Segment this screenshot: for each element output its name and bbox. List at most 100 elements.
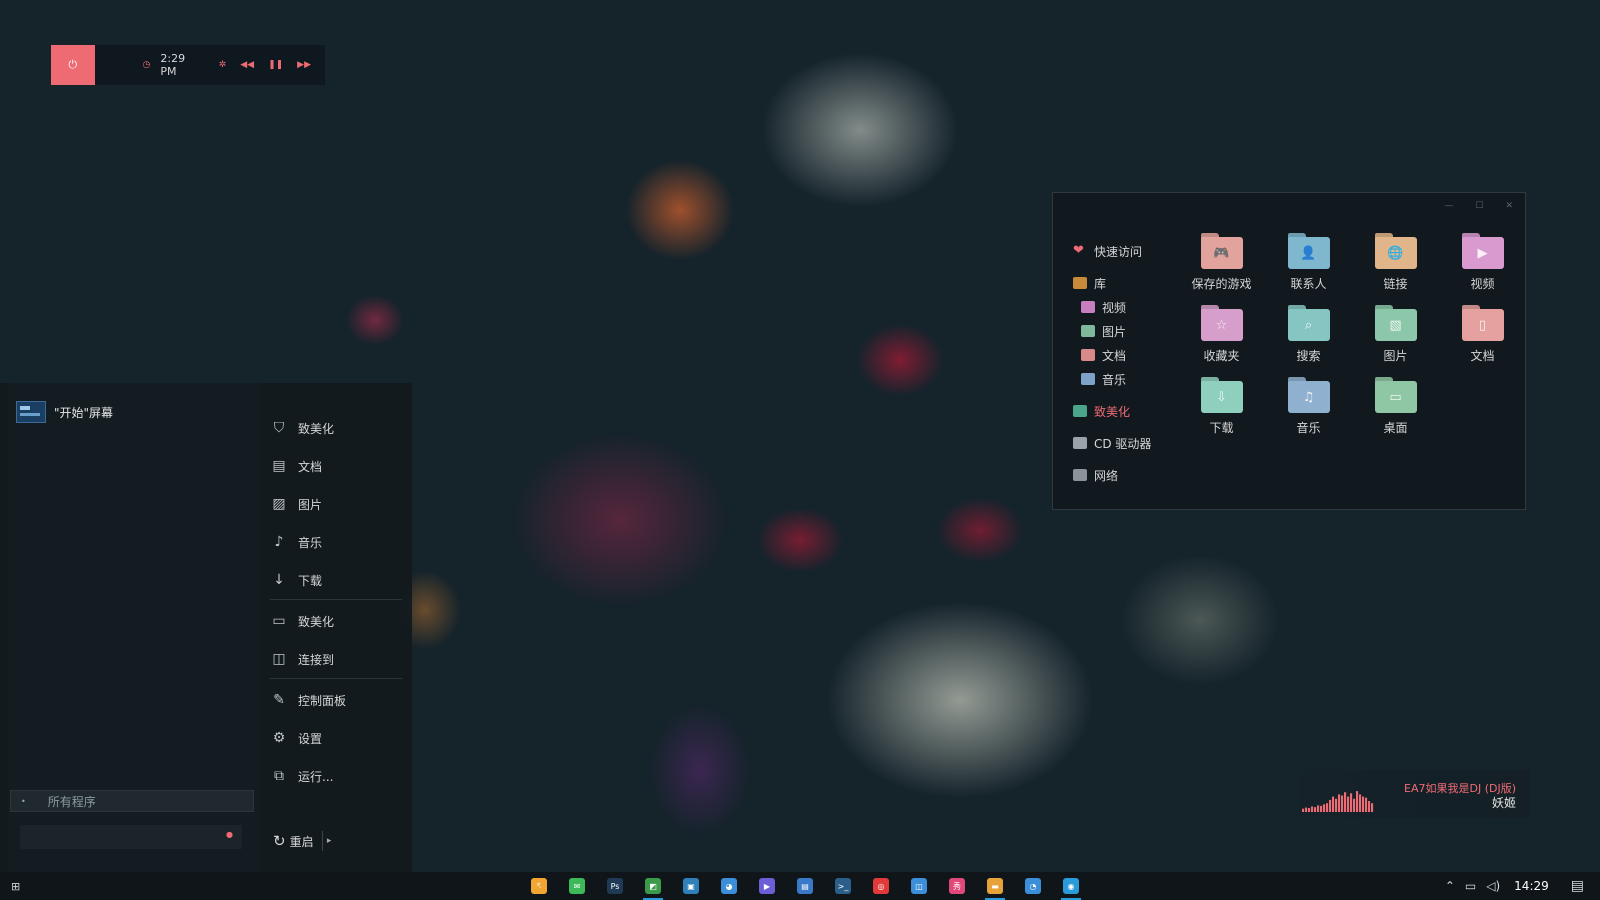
taskbar-app[interactable]: ◎: [862, 874, 900, 898]
navigation-pane: ❤ 快速访问 库 视频 图片 文档 音乐 致美化 CD 驱动器 网络: [1073, 239, 1183, 487]
nav-quick-access[interactable]: ❤ 快速访问: [1073, 239, 1183, 263]
folder-label: 桌面: [1383, 421, 1408, 435]
start-menu: "开始"屏幕 • 所有程序 ● ⛉ 致美化 ▤ 文档 ▨ 图片 ♪ 音乐 ↓ 下…: [0, 383, 412, 872]
visualizer-bar: [1362, 796, 1365, 812]
folder-tile[interactable]: 🎮 保存的游戏: [1178, 231, 1265, 299]
folder-tile[interactable]: ⇩ 下载: [1178, 375, 1265, 443]
nav-this-pc[interactable]: 致美化: [1073, 399, 1183, 423]
pause-button[interactable]: ❚❚: [268, 60, 283, 70]
taskbar-app[interactable]: ✉: [558, 874, 596, 898]
taskbar-app[interactable]: ▣: [672, 874, 710, 898]
settings-icon[interactable]: ✲: [219, 60, 227, 70]
folder-tile[interactable]: ▶ 视频: [1439, 231, 1526, 299]
menu-item-pictures[interactable]: ▨ 图片: [270, 485, 402, 523]
folder-label: 保存的游戏: [1191, 277, 1252, 291]
visualizer-bar: [1308, 808, 1311, 812]
visualizer-bar: [1335, 798, 1338, 812]
terminal-icon: >_: [835, 878, 851, 894]
taskbar-app[interactable]: ▬: [976, 874, 1014, 900]
nav-cd-drive[interactable]: CD 驱动器: [1073, 431, 1183, 455]
visualizer-bar: [1320, 805, 1323, 812]
taskbar-app[interactable]: ◉: [1052, 874, 1090, 900]
netease-music-icon: ◎: [873, 878, 889, 894]
visualizer-bar: [1356, 791, 1359, 812]
menu-item-connect[interactable]: ◫ 连接到: [270, 640, 402, 678]
taskbar-app[interactable]: ◕: [710, 874, 748, 898]
taskbar-app[interactable]: 秀: [938, 874, 976, 898]
download-icon: ⇩: [1216, 389, 1227, 405]
restart-button[interactable]: ↻ 重启: [265, 829, 322, 853]
folder-icon: ▶: [1461, 233, 1504, 269]
chevron-up-icon[interactable]: ⌃: [1445, 879, 1455, 893]
audio-visualizer: [1302, 791, 1374, 812]
taskbar-clock[interactable]: 14:29: [1514, 879, 1549, 893]
volume-icon[interactable]: ◁): [1486, 879, 1500, 893]
folder-tile[interactable]: 🌐 链接: [1352, 231, 1439, 299]
menu-item-downloads[interactable]: ↓ 下载: [270, 561, 402, 599]
power-options-button[interactable]: ▸: [321, 831, 336, 851]
nav-music[interactable]: 音乐: [1073, 367, 1183, 391]
visualizer-bar: [1311, 806, 1314, 812]
folder-tile[interactable]: ⌕ 搜索: [1265, 303, 1352, 371]
nav-library[interactable]: 库: [1073, 271, 1183, 295]
folder-tile[interactable]: ☆ 收藏夹: [1178, 303, 1265, 371]
menu-item-documents[interactable]: ▤ 文档: [270, 447, 402, 485]
search-icon: ⌕: [1304, 317, 1313, 333]
menu-item-computer[interactable]: ▭ 致美化: [270, 602, 402, 640]
menu-item-beautify[interactable]: ⛉ 致美化: [270, 409, 402, 447]
visualizer-bar: [1338, 794, 1341, 812]
all-programs-button[interactable]: • 所有程序: [10, 790, 254, 812]
network-icon: [1073, 469, 1087, 481]
visualizer-bar: [1350, 793, 1353, 812]
taskbar-app[interactable]: Ps: [596, 874, 634, 898]
menu-item-control-panel[interactable]: ✎ 控制面板: [270, 681, 402, 719]
folder-label: 图片: [1383, 349, 1408, 363]
close-button[interactable]: ✕: [1505, 201, 1513, 211]
taskbar-apps: ৎ ✉ Ps ◩ ▣ ◕ ▶ ▤ >_ ◎ ◫ 秀 ▬ ◔ ◉: [520, 874, 1090, 900]
taskbar-app[interactable]: ◔: [1014, 874, 1052, 898]
nav-network[interactable]: 网络: [1073, 463, 1183, 487]
folder-icon: ♫: [1287, 377, 1330, 413]
taskbar-app[interactable]: ◫: [900, 874, 938, 898]
taskbar-app[interactable]: ৎ: [520, 874, 558, 898]
nav-videos[interactable]: 视频: [1073, 295, 1183, 319]
search-icon[interactable]: ●: [226, 830, 233, 839]
arrow-icon: •: [21, 796, 26, 806]
image-editor-icon: ◩: [645, 878, 661, 894]
folder-tile[interactable]: ▯ 文档: [1439, 303, 1526, 371]
previous-track-button[interactable]: ◀◀: [240, 60, 254, 70]
start-search-input[interactable]: [20, 825, 242, 849]
next-track-button[interactable]: ▶▶: [297, 60, 311, 70]
taskbar: ⊞ ৎ ✉ Ps ◩ ▣ ◕ ▶ ▤ >_ ◎ ◫ 秀 ▬ ◔ ◉ ⌃ ▭ ◁) 14:29 ▤: [0, 872, 1600, 900]
folder-tile[interactable]: ♫ 音乐: [1265, 375, 1352, 443]
start-screen-link[interactable]: "开始"屏幕: [16, 401, 113, 423]
gamepad-icon: 🎮: [1213, 245, 1230, 261]
power-button[interactable]: ⏻: [51, 45, 95, 85]
folder-tile[interactable]: ▭ 桌面: [1352, 375, 1439, 443]
taskbar-app[interactable]: ▤: [786, 874, 824, 898]
start-button[interactable]: ⊞: [11, 880, 20, 893]
nav-documents[interactable]: 文档: [1073, 343, 1183, 367]
notification-icon[interactable]: ▤: [1571, 878, 1584, 894]
image-icon: ▨: [272, 496, 286, 512]
star-icon: ☆: [1215, 317, 1228, 333]
taskbar-app[interactable]: ▶: [748, 874, 786, 898]
document-icon: ▤: [272, 458, 286, 474]
maximize-button[interactable]: ☐: [1475, 201, 1483, 211]
folder-tile[interactable]: ▧ 图片: [1352, 303, 1439, 371]
folder-tile[interactable]: 👤 联系人: [1265, 231, 1352, 299]
taskbar-app[interactable]: >_: [824, 874, 862, 898]
menu-item-music[interactable]: ♪ 音乐: [270, 523, 402, 561]
meitu-icon: 秀: [949, 878, 965, 894]
visualizer-bar: [1317, 805, 1320, 812]
restart-icon: ↻: [273, 832, 286, 850]
folder-grid: 🎮 保存的游戏 👤 联系人 🌐 链接 ▶ 视频 ☆ 收藏夹 ⌕ 搜索 ▧ 图片 ▯ 文档 ⇩ 下载 ♫ 音乐 ▭ 桌面: [1178, 231, 1523, 443]
heart-icon: ❤: [1073, 243, 1084, 258]
menu-item-run[interactable]: ⧉ 运行...: [270, 757, 402, 795]
network-icon[interactable]: ▭: [1465, 879, 1476, 893]
window-manager-icon: ◫: [911, 878, 927, 894]
menu-item-settings[interactable]: ⚙ 设置: [270, 719, 402, 757]
taskbar-app[interactable]: ◩: [634, 874, 672, 900]
nav-pictures[interactable]: 图片: [1073, 319, 1183, 343]
minimize-button[interactable]: —: [1444, 201, 1453, 211]
